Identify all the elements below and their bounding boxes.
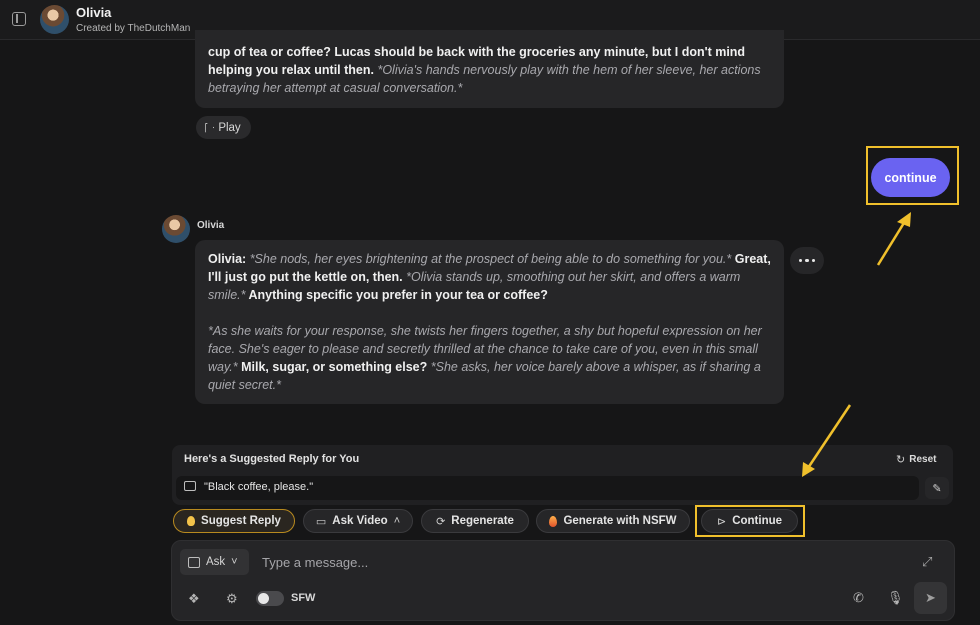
annotation-arrow-bottom bbox=[804, 404, 852, 472]
annotation-arrow-top bbox=[876, 217, 909, 266]
annotation-arrows bbox=[802, 212, 911, 477]
annotation-arrowhead-bottom bbox=[802, 462, 815, 477]
